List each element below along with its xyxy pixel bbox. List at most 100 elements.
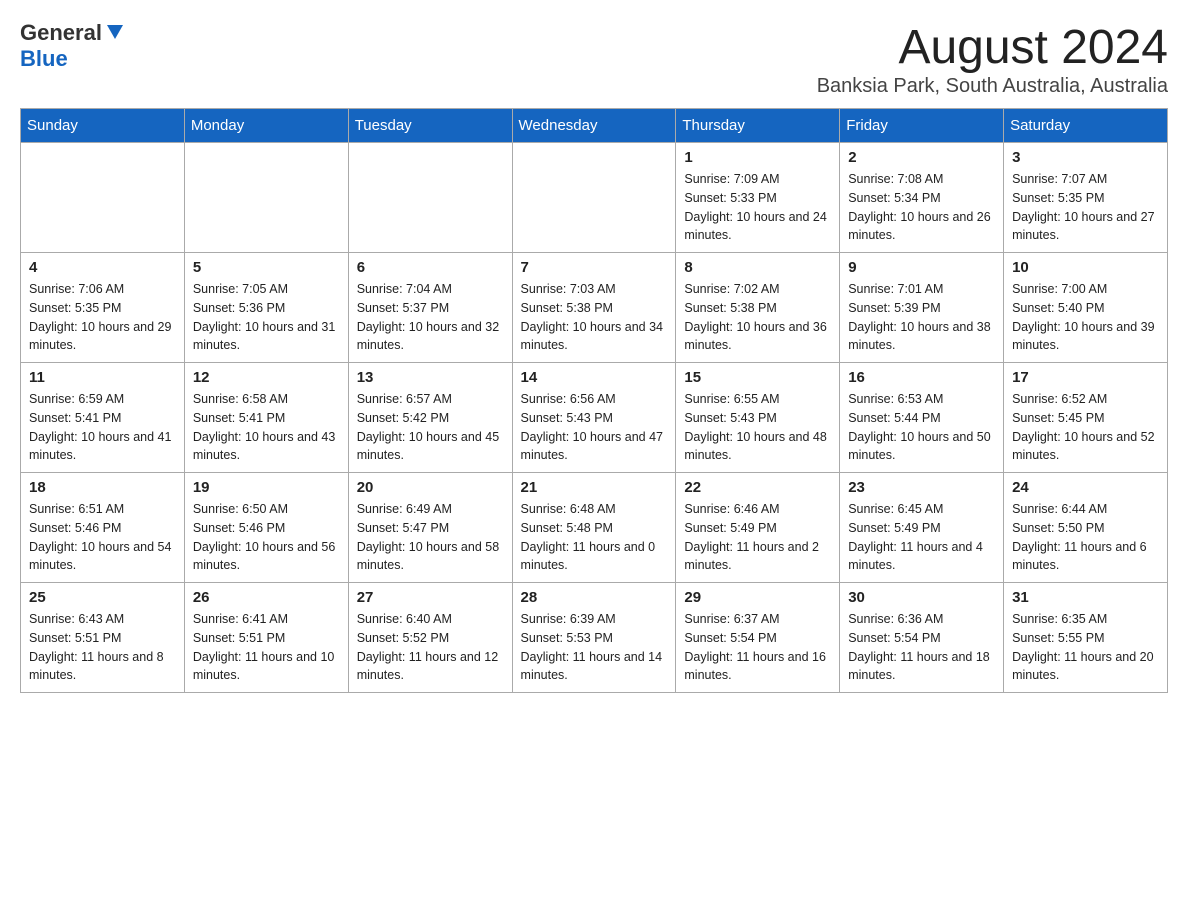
logo-general-text: General xyxy=(20,20,102,46)
header-day-thursday: Thursday xyxy=(676,109,840,143)
calendar-cell: 30 Sunrise: 6:36 AMSunset: 5:54 PMDayligh… xyxy=(840,583,1004,693)
day-info: Sunrise: 6:46 AMSunset: 5:49 PMDaylight:… xyxy=(684,500,831,575)
calendar-cell: 5 Sunrise: 7:05 AMSunset: 5:36 PMDaylight… xyxy=(184,253,348,363)
day-number: 5 xyxy=(193,259,340,276)
day-info: Sunrise: 7:06 AMSunset: 5:35 PMDaylight:… xyxy=(29,280,176,355)
day-info: Sunrise: 6:48 AMSunset: 5:48 PMDaylight:… xyxy=(521,500,668,575)
day-number: 24 xyxy=(1012,479,1159,496)
day-info: Sunrise: 6:52 AMSunset: 5:45 PMDaylight:… xyxy=(1012,390,1159,465)
calendar-cell: 21 Sunrise: 6:48 AMSunset: 5:48 PMDayligh… xyxy=(512,473,676,583)
logo: General Blue xyxy=(20,20,125,72)
day-number: 14 xyxy=(521,369,668,386)
location-subtitle: Banksia Park, South Australia, Australia xyxy=(817,75,1168,98)
calendar-cell: 4 Sunrise: 7:06 AMSunset: 5:35 PMDaylight… xyxy=(21,253,185,363)
day-number: 7 xyxy=(521,259,668,276)
day-info: Sunrise: 6:35 AMSunset: 5:55 PMDaylight:… xyxy=(1012,610,1159,685)
day-number: 10 xyxy=(1012,259,1159,276)
day-number: 15 xyxy=(684,369,831,386)
day-number: 3 xyxy=(1012,149,1159,166)
day-info: Sunrise: 6:43 AMSunset: 5:51 PMDaylight:… xyxy=(29,610,176,685)
day-info: Sunrise: 7:04 AMSunset: 5:37 PMDaylight:… xyxy=(357,280,504,355)
day-number: 31 xyxy=(1012,589,1159,606)
day-number: 29 xyxy=(684,589,831,606)
day-number: 28 xyxy=(521,589,668,606)
day-number: 20 xyxy=(357,479,504,496)
week-row-2: 4 Sunrise: 7:06 AMSunset: 5:35 PMDaylight… xyxy=(21,253,1168,363)
day-info: Sunrise: 6:40 AMSunset: 5:52 PMDaylight:… xyxy=(357,610,504,685)
day-info: Sunrise: 7:00 AMSunset: 5:40 PMDaylight:… xyxy=(1012,280,1159,355)
calendar-cell xyxy=(348,143,512,253)
day-number: 1 xyxy=(684,149,831,166)
day-info: Sunrise: 6:36 AMSunset: 5:54 PMDaylight:… xyxy=(848,610,995,685)
calendar-cell xyxy=(512,143,676,253)
day-number: 12 xyxy=(193,369,340,386)
calendar-cell: 12 Sunrise: 6:58 AMSunset: 5:41 PMDayligh… xyxy=(184,363,348,473)
calendar-table: SundayMondayTuesdayWednesdayThursdayFrid… xyxy=(20,108,1168,693)
day-number: 30 xyxy=(848,589,995,606)
day-info: Sunrise: 6:45 AMSunset: 5:49 PMDaylight:… xyxy=(848,500,995,575)
title-area: August 2024 Banksia Park, South Australi… xyxy=(817,20,1168,98)
calendar-cell: 22 Sunrise: 6:46 AMSunset: 5:49 PMDayligh… xyxy=(676,473,840,583)
day-info: Sunrise: 6:49 AMSunset: 5:47 PMDaylight:… xyxy=(357,500,504,575)
calendar-cell: 8Sunrise: 7:02 AMSunset: 5:38 PMDaylight… xyxy=(676,253,840,363)
day-number: 27 xyxy=(357,589,504,606)
day-info: Sunrise: 6:57 AMSunset: 5:42 PMDaylight:… xyxy=(357,390,504,465)
calendar-cell: 1 Sunrise: 7:09 AMSunset: 5:33 PMDaylight… xyxy=(676,143,840,253)
header-day-friday: Friday xyxy=(840,109,1004,143)
week-row-1: 1 Sunrise: 7:09 AMSunset: 5:33 PMDaylight… xyxy=(21,143,1168,253)
day-info: Sunrise: 7:02 AMSunset: 5:38 PMDaylight:… xyxy=(684,280,831,355)
day-info: Sunrise: 6:51 AMSunset: 5:46 PMDaylight:… xyxy=(29,500,176,575)
day-info: Sunrise: 7:09 AMSunset: 5:33 PMDaylight:… xyxy=(684,170,831,245)
logo-triangle-icon xyxy=(105,21,125,46)
day-number: 26 xyxy=(193,589,340,606)
day-info: Sunrise: 6:37 AMSunset: 5:54 PMDaylight:… xyxy=(684,610,831,685)
calendar-cell: 25Sunrise: 6:43 AMSunset: 5:51 PMDayligh… xyxy=(21,583,185,693)
calendar-cell: 28 Sunrise: 6:39 AMSunset: 5:53 PMDayligh… xyxy=(512,583,676,693)
day-number: 16 xyxy=(848,369,995,386)
day-info: Sunrise: 7:03 AMSunset: 5:38 PMDaylight:… xyxy=(521,280,668,355)
calendar-cell: 16 Sunrise: 6:53 AMSunset: 5:44 PMDayligh… xyxy=(840,363,1004,473)
header-day-saturday: Saturday xyxy=(1004,109,1168,143)
calendar-cell: 2Sunrise: 7:08 AMSunset: 5:34 PMDaylight… xyxy=(840,143,1004,253)
header-day-wednesday: Wednesday xyxy=(512,109,676,143)
day-number: 9 xyxy=(848,259,995,276)
calendar-cell: 3Sunrise: 7:07 AMSunset: 5:35 PMDaylight… xyxy=(1004,143,1168,253)
header-day-sunday: Sunday xyxy=(21,109,185,143)
logo-blue-text: Blue xyxy=(20,46,68,71)
day-info: Sunrise: 6:55 AMSunset: 5:43 PMDaylight:… xyxy=(684,390,831,465)
week-row-5: 25Sunrise: 6:43 AMSunset: 5:51 PMDayligh… xyxy=(21,583,1168,693)
week-row-4: 18 Sunrise: 6:51 AMSunset: 5:46 PMDayligh… xyxy=(21,473,1168,583)
header-day-monday: Monday xyxy=(184,109,348,143)
day-number: 22 xyxy=(684,479,831,496)
calendar-cell: 20 Sunrise: 6:49 AMSunset: 5:47 PMDayligh… xyxy=(348,473,512,583)
day-info: Sunrise: 6:39 AMSunset: 5:53 PMDaylight:… xyxy=(521,610,668,685)
calendar-cell: 19Sunrise: 6:50 AMSunset: 5:46 PMDayligh… xyxy=(184,473,348,583)
calendar-cell: 7 Sunrise: 7:03 AMSunset: 5:38 PMDaylight… xyxy=(512,253,676,363)
week-row-3: 11 Sunrise: 6:59 AMSunset: 5:41 PMDayligh… xyxy=(21,363,1168,473)
calendar-cell: 13 Sunrise: 6:57 AMSunset: 5:42 PMDayligh… xyxy=(348,363,512,473)
calendar-cell xyxy=(184,143,348,253)
calendar-cell: 11 Sunrise: 6:59 AMSunset: 5:41 PMDayligh… xyxy=(21,363,185,473)
day-number: 21 xyxy=(521,479,668,496)
day-info: Sunrise: 7:01 AMSunset: 5:39 PMDaylight:… xyxy=(848,280,995,355)
header-row: SundayMondayTuesdayWednesdayThursdayFrid… xyxy=(21,109,1168,143)
calendar-cell: 26 Sunrise: 6:41 AMSunset: 5:51 PMDayligh… xyxy=(184,583,348,693)
day-number: 17 xyxy=(1012,369,1159,386)
day-number: 11 xyxy=(29,369,176,386)
calendar-cell: 29 Sunrise: 6:37 AMSunset: 5:54 PMDayligh… xyxy=(676,583,840,693)
day-info: Sunrise: 7:05 AMSunset: 5:36 PMDaylight:… xyxy=(193,280,340,355)
day-info: Sunrise: 6:58 AMSunset: 5:41 PMDaylight:… xyxy=(193,390,340,465)
calendar-cell: 15 Sunrise: 6:55 AMSunset: 5:43 PMDayligh… xyxy=(676,363,840,473)
calendar-cell: 27 Sunrise: 6:40 AMSunset: 5:52 PMDayligh… xyxy=(348,583,512,693)
day-info: Sunrise: 6:53 AMSunset: 5:44 PMDaylight:… xyxy=(848,390,995,465)
day-info: Sunrise: 6:41 AMSunset: 5:51 PMDaylight:… xyxy=(193,610,340,685)
day-info: Sunrise: 6:59 AMSunset: 5:41 PMDaylight:… xyxy=(29,390,176,465)
day-number: 18 xyxy=(29,479,176,496)
day-number: 4 xyxy=(29,259,176,276)
header-day-tuesday: Tuesday xyxy=(348,109,512,143)
header: General Blue August 2024 Banksia Park, S… xyxy=(20,20,1168,98)
calendar-cell xyxy=(21,143,185,253)
day-number: 13 xyxy=(357,369,504,386)
calendar-cell: 18 Sunrise: 6:51 AMSunset: 5:46 PMDayligh… xyxy=(21,473,185,583)
calendar-cell: 9 Sunrise: 7:01 AMSunset: 5:39 PMDaylight… xyxy=(840,253,1004,363)
